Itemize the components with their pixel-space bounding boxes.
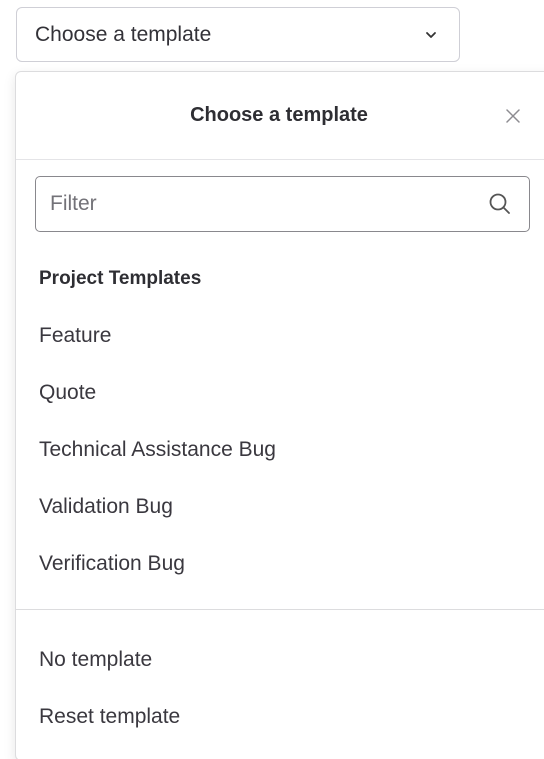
template-dropdown-label: Choose a template <box>35 22 212 46</box>
dropdown-header: Choose a template <box>16 72 544 160</box>
no-template-item[interactable]: No template <box>39 648 152 672</box>
template-item-validation-bug[interactable]: Validation Bug <box>39 495 173 519</box>
template-dropdown-button[interactable]: Choose a template <box>16 7 460 62</box>
template-item-verification-bug[interactable]: Verification Bug <box>39 552 185 576</box>
divider <box>16 609 544 610</box>
template-item-feature[interactable]: Feature <box>39 324 111 348</box>
template-item-quote[interactable]: Quote <box>39 381 96 405</box>
template-item-technical-assistance-bug[interactable]: Technical Assistance Bug <box>39 438 276 462</box>
section-title-project-templates: Project Templates <box>39 268 202 289</box>
dropdown-title: Choose a template <box>190 104 368 126</box>
filter-input[interactable] <box>36 177 476 231</box>
template-dropdown-panel: Choose a template Project Templates Feat… <box>15 71 544 759</box>
reset-template-item[interactable]: Reset template <box>39 705 180 729</box>
chevron-down-icon <box>423 27 439 43</box>
filter-field <box>35 176 530 232</box>
search-icon <box>487 191 513 217</box>
close-icon[interactable] <box>500 103 526 129</box>
